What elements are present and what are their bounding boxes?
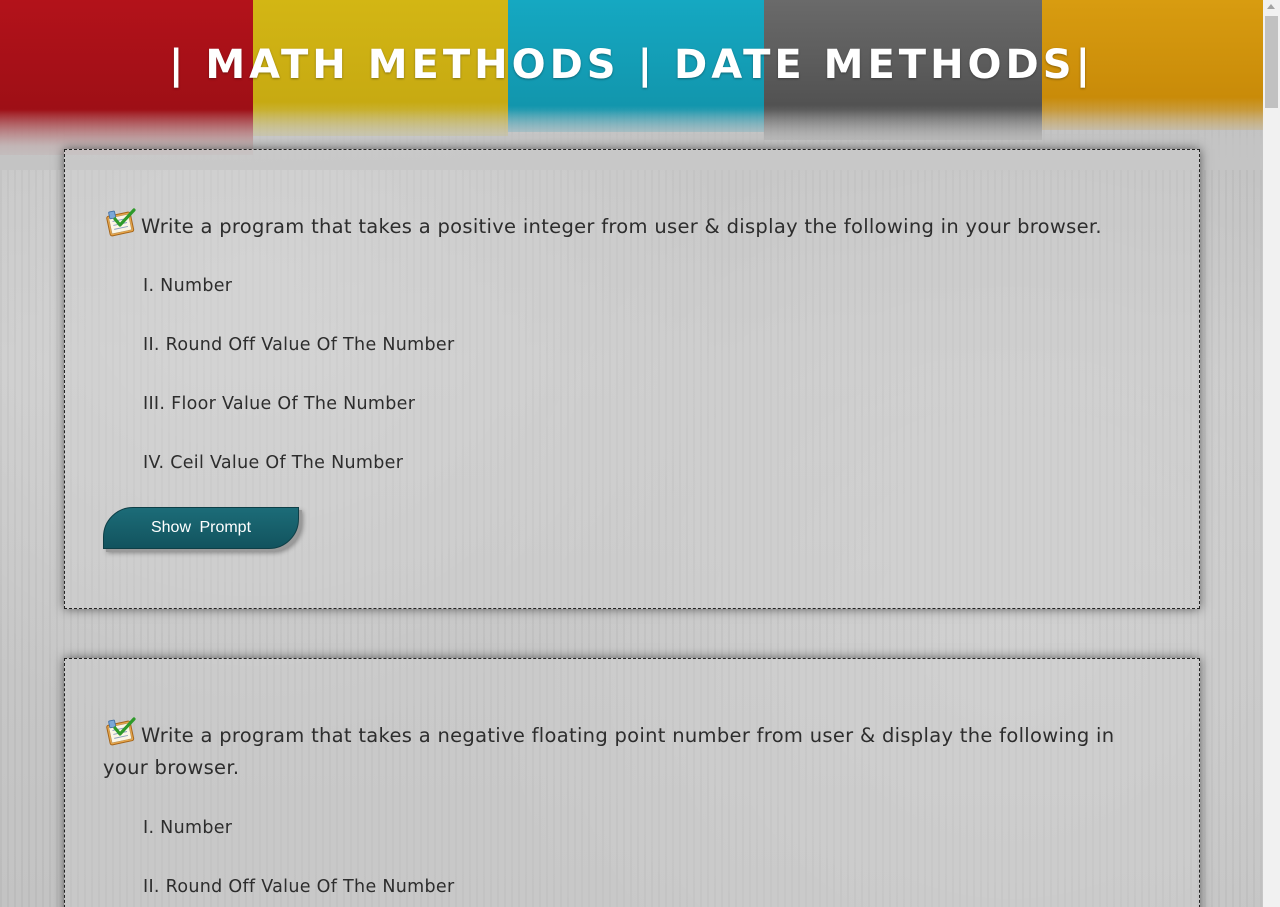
- task-card-2: Write a program that takes a negative fl…: [64, 658, 1200, 907]
- task-prompt-text: Write a program that takes a positive in…: [141, 215, 1102, 238]
- task-card-1: Write a program that takes a positive in…: [64, 149, 1200, 609]
- task-prompt: Write a program that takes a positive in…: [103, 207, 1139, 243]
- header-banner: | MATH METHODS | DATE METHODS|: [0, 0, 1263, 170]
- list-item: II. Round Off Value Of The Number: [143, 877, 455, 897]
- list-item: III. Floor Value Of The Number: [143, 394, 416, 414]
- vertical-scrollbar[interactable]: [1263, 0, 1280, 907]
- task-prompt: Write a program that takes a negative fl…: [103, 716, 1139, 784]
- page-title: | MATH METHODS | DATE METHODS|: [168, 42, 1095, 88]
- list-item: IV. Ceil Value Of The Number: [143, 453, 404, 473]
- list-item: I. Number: [143, 276, 233, 296]
- scrollbar-thumb[interactable]: [1265, 16, 1278, 108]
- scroll-up-arrow-icon[interactable]: [1267, 4, 1275, 9]
- todo-checklist-icon: [103, 207, 137, 237]
- task-prompt-text: Write a program that takes a negative fl…: [103, 724, 1115, 779]
- task-item-list: I. Number II. Round Off Value Of The Num…: [143, 816, 454, 907]
- list-item: II. Round Off Value Of The Number: [143, 335, 455, 355]
- todo-checklist-icon: [103, 716, 137, 746]
- show-prompt-button[interactable]: Show Prompt: [103, 507, 299, 549]
- page: | MATH METHODS | DATE METHODS| Write a p…: [0, 0, 1263, 907]
- list-item: I. Number: [143, 818, 233, 838]
- task-item-list: I. Number II. Round Off Value Of The Num…: [143, 274, 454, 510]
